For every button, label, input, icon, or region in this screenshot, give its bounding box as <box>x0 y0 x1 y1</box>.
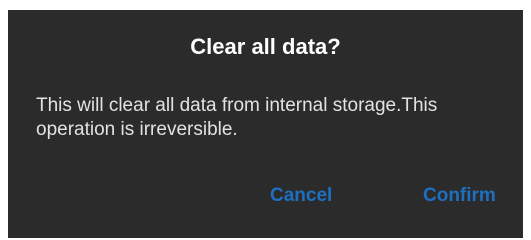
cancel-button[interactable]: Cancel <box>270 183 332 209</box>
clear-data-dialog: Clear all data? This will clear all data… <box>8 10 523 238</box>
dialog-title: Clear all data? <box>190 34 341 59</box>
dialog-message: This will clear all data from internal s… <box>36 95 438 140</box>
confirm-button[interactable]: Confirm <box>423 183 496 209</box>
